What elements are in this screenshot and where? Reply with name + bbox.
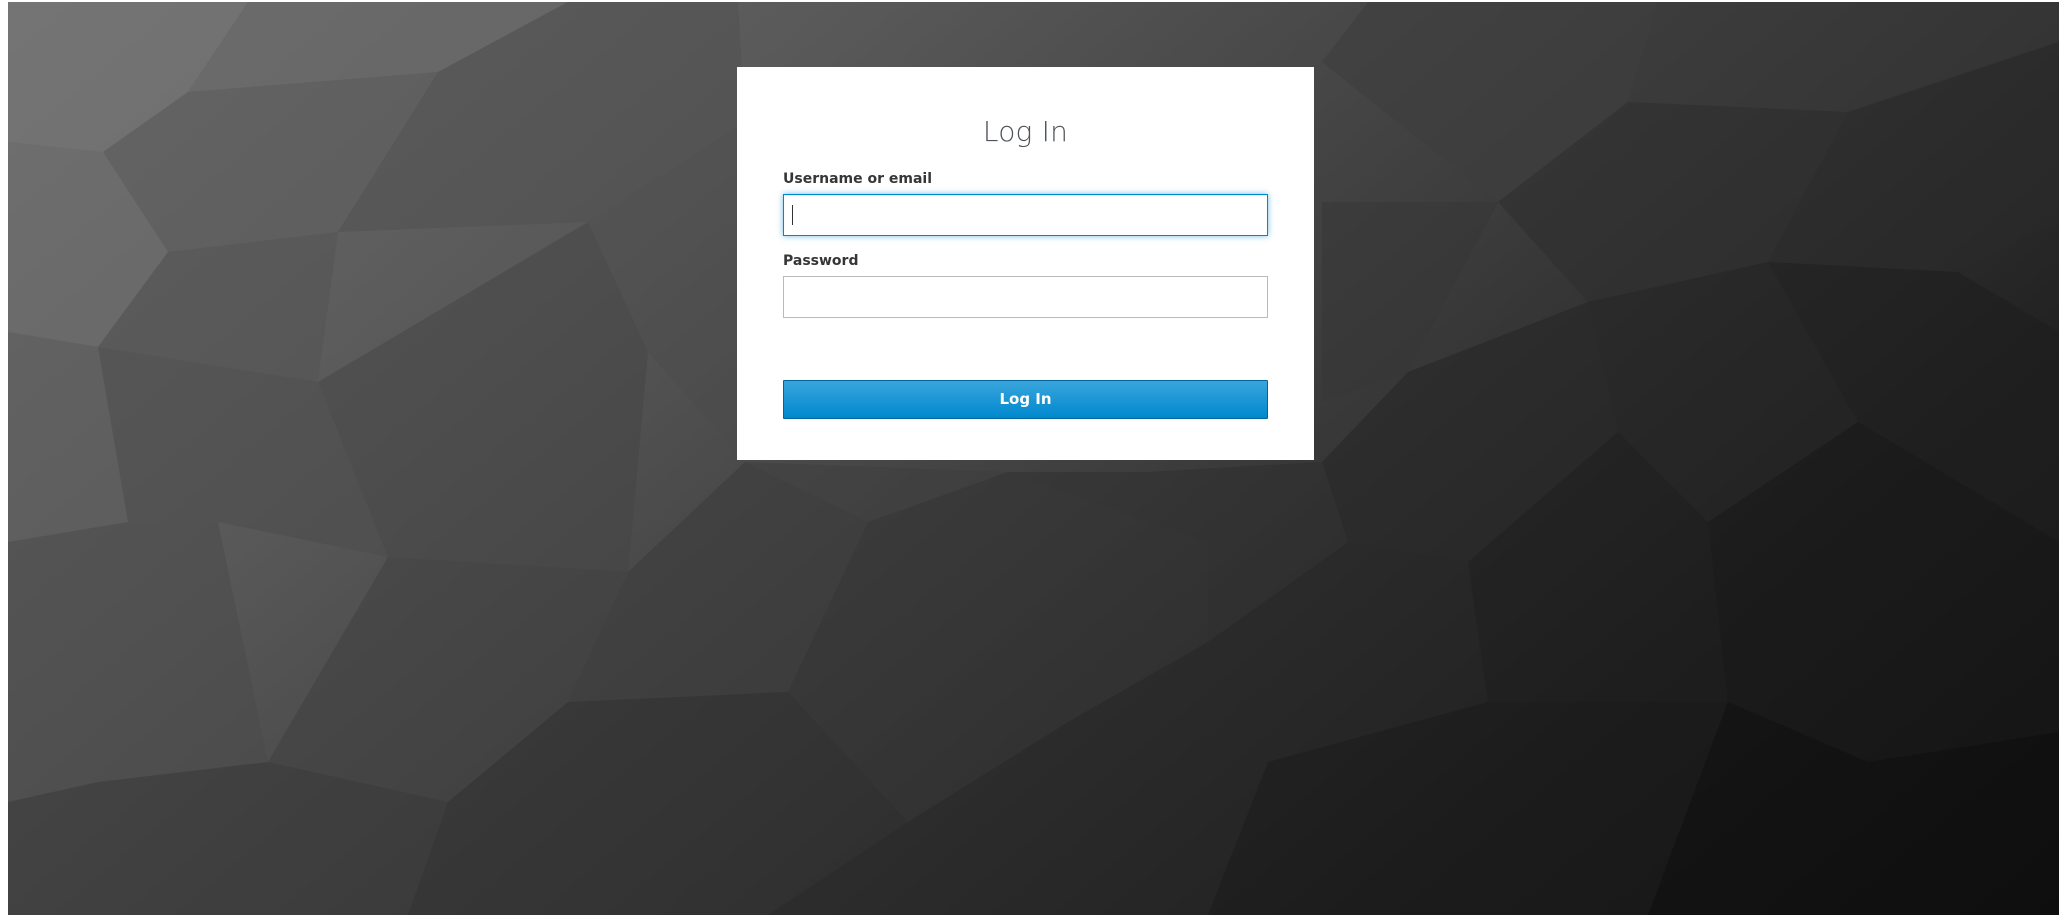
username-label: Username or email	[783, 171, 932, 187]
login-button[interactable]: Log In	[783, 380, 1268, 419]
password-label: Password	[783, 253, 859, 269]
username-input[interactable]	[783, 194, 1268, 236]
username-field-wrapper	[783, 194, 1268, 236]
password-input[interactable]	[783, 276, 1268, 318]
login-title: Log In	[982, 115, 1069, 148]
text-cursor	[792, 205, 793, 225]
login-card: Log In Username or email Password Log In	[737, 67, 1314, 460]
